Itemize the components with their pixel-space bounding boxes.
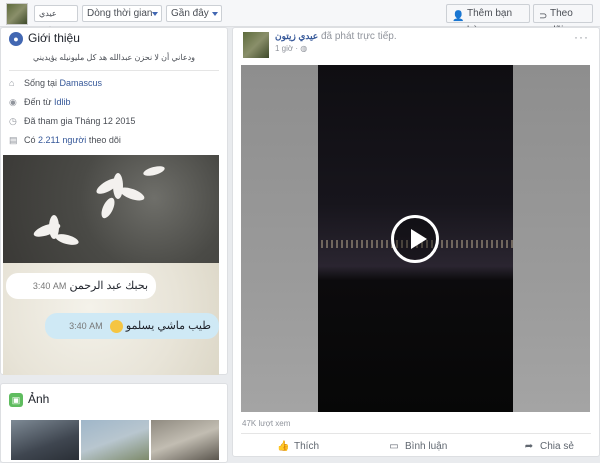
like-label: Thích (294, 441, 320, 452)
post-author-name[interactable]: عيدي زيتون (275, 31, 318, 41)
video-blur-left (241, 65, 318, 412)
timeline-dropdown[interactable]: Dòng thời gian (82, 5, 162, 22)
post-time[interactable]: 1 giờ · (275, 44, 300, 53)
more-options-icon[interactable]: ··· (574, 30, 589, 44)
photo-thumbnail[interactable] (81, 420, 149, 460)
divider (9, 70, 219, 71)
profile-name-chip[interactable]: عيدي زيتون (34, 5, 78, 33)
thumbs-up-icon: 👍 (277, 441, 290, 452)
intro-bio: ودعاني أن لا نحزن عبدالله هد كل مليونيله… (32, 53, 196, 62)
chat-screenshot: بحبك عبد الرحمن 3:40 AM طيب ماشي يسلمو 3… (3, 263, 219, 375)
intro-title: Giới thiệu (28, 31, 80, 45)
info-text: Đến từ (24, 97, 55, 107)
share-label: Chia sẻ (540, 441, 574, 452)
play-icon[interactable] (391, 215, 439, 263)
info-text: Sống tại (24, 78, 60, 88)
post-author-avatar[interactable] (243, 32, 269, 58)
emoji-icon (109, 319, 123, 333)
home-icon: ⌂ (9, 78, 15, 88)
comment-icon: ▭ (389, 441, 399, 452)
comment-button[interactable]: ▭ Bình luận (388, 441, 447, 452)
info-text: Đã tham gia Tháng 12 2015 (24, 116, 136, 126)
info-link-damascus[interactable]: Damascus (60, 78, 103, 88)
followers-link[interactable]: 2.211 người (38, 135, 86, 145)
chevron-down-icon (212, 12, 218, 16)
video-player[interactable] (241, 65, 590, 412)
incoming-message: بحبك عبد الرحمن 3:40 AM (6, 273, 156, 299)
recent-dropdown[interactable]: Gần đây (166, 5, 222, 22)
live-video-post: عيدي زيتون đã phát trực tiếp. 1 giờ · ◍ … (232, 27, 600, 457)
chevron-down-icon (152, 12, 158, 16)
add-friend-icon: 👤 (452, 11, 465, 22)
like-button[interactable]: 👍 Thích (277, 441, 319, 452)
photos-title: Ảnh (28, 392, 50, 406)
photo-thumbnail[interactable] (151, 420, 219, 460)
incoming-message-time: 3:40 AM (32, 281, 67, 291)
info-link-idlib[interactable]: Idlib (54, 97, 71, 107)
post-action: đã phát trực tiếp. (318, 31, 397, 42)
location-icon: ◉ (9, 97, 17, 107)
outgoing-message-time: 3:40 AM (69, 321, 103, 331)
photo-icon: ▣ (9, 392, 23, 407)
incoming-message-text: بحبك عبد الرحمن (69, 280, 148, 292)
comment-label: Bình luận (405, 441, 448, 452)
divider (241, 433, 591, 434)
outgoing-message-text: طيب ماشي يسلمو (125, 320, 211, 332)
post-meta: 1 giờ · ◍ (275, 44, 307, 53)
follow-button[interactable]: ⊃ Theo dõi (533, 4, 593, 36)
video-blur-right (513, 65, 590, 412)
clock-icon: ◷ (9, 116, 17, 126)
info-joined: ◷ Đã tham gia Tháng 12 2015 (9, 116, 135, 127)
photo-thumbnail[interactable] (11, 420, 79, 460)
featured-photo[interactable]: بحبك عبد الرحمن 3:40 AM طيب ماشي يسلمو 3… (3, 155, 219, 375)
photos-header[interactable]: ▣ Ảnh (9, 392, 49, 407)
timeline-label: Dòng thời gian (87, 8, 153, 19)
post-title: عيدي زيتون đã phát trực tiếp. (275, 31, 397, 42)
rss-icon: ⊃ (539, 11, 548, 22)
photos-card: ▣ Ảnh (0, 383, 228, 463)
add-friend-button[interactable]: 👤 Thêm bạn bè (446, 4, 530, 36)
recent-label: Gần đây (171, 8, 209, 19)
info-followers: ▤ Có 2.211 người theo dõi (9, 135, 121, 146)
flower-image (3, 155, 219, 263)
left-column: ● Giới thiệu ودعاني أن لا نحزن عبدالله هد… (0, 27, 229, 463)
intro-header: ● Giới thiệu (9, 31, 80, 46)
info-lives-in: ⌂ Sống tại Damascus (9, 78, 102, 88)
view-count: 47K lượt xem (242, 419, 291, 428)
info-text: theo dõi (86, 135, 121, 145)
info-from: ◉ Đến từ Idlib (9, 97, 71, 108)
info-text: Có (24, 135, 39, 145)
share-button[interactable]: ➦ Chia sẻ (523, 441, 574, 452)
profile-top-bar: عيدي زيتون Dòng thời gian Gần đây 👤 Thêm… (0, 0, 600, 36)
rss-icon: ▤ (9, 135, 18, 145)
globe-icon: ◍ (300, 44, 308, 53)
outgoing-message: طيب ماشي يسلمو 3:40 AM (45, 313, 219, 339)
globe-icon: ● (9, 31, 23, 46)
share-icon: ➦ (524, 441, 534, 452)
intro-card: ● Giới thiệu ودعاني أن لا نحزن عبدالله هد… (0, 27, 228, 375)
profile-avatar[interactable] (6, 3, 28, 25)
